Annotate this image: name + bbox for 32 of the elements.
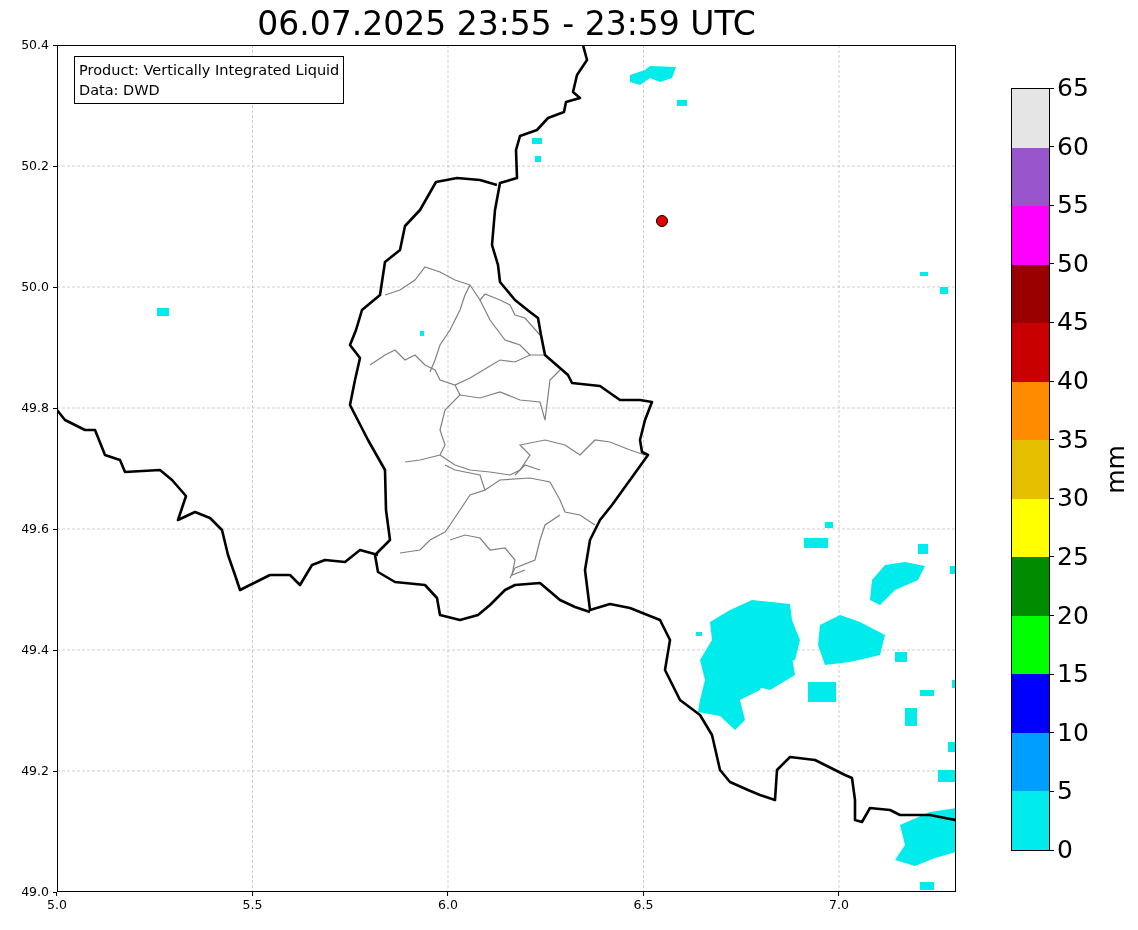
- colorbar-tick-label: 65: [1057, 74, 1089, 102]
- colorbar-tick-label: 20: [1057, 601, 1089, 630]
- colorbar-tick-label: 25: [1057, 542, 1089, 571]
- colorbar-tick-label: 60: [1057, 132, 1089, 161]
- colorbar-tick-label: 40: [1057, 367, 1089, 396]
- axis-tick-label: 5.5: [242, 898, 263, 912]
- axis-tick-label: 49.4: [21, 643, 49, 657]
- colorbar-tick-label: 5: [1057, 777, 1073, 806]
- colorbar-tick-label: 30: [1057, 484, 1089, 513]
- colorbar-label: mm: [1100, 444, 1130, 494]
- axis-tick-label: 50.4: [21, 38, 49, 52]
- colorbar-tick-label: 15: [1057, 660, 1089, 689]
- colorbar-tick-label: 10: [1057, 718, 1089, 747]
- axis-tick-label: 5.0: [47, 898, 67, 912]
- colorbar-tick-label: 50: [1057, 249, 1089, 278]
- axis-tick-label: 49.8: [21, 401, 49, 415]
- legend-text: Data: DWD: [79, 81, 160, 100]
- colorbar-tick-label: 35: [1057, 425, 1089, 454]
- chart-title: 06.07.2025 23:55 - 23:59 UTC: [256, 3, 757, 45]
- axis-tick-label: 49.0: [21, 885, 49, 899]
- legend-text: Product: Vertically Integrated Liquid: [79, 61, 340, 80]
- axis-tick-label: 6.5: [633, 898, 654, 912]
- colorbar-tick-label: 55: [1057, 191, 1089, 220]
- axis-tick-label: 49.2: [21, 764, 49, 778]
- axis-tick-label: 50.2: [21, 159, 49, 173]
- location-marker: [656, 215, 668, 227]
- colorbar-tick-label: 0: [1057, 836, 1073, 864]
- axis-tick-label: 50.0: [21, 280, 49, 294]
- axis-tick-label: 6.0: [438, 898, 458, 912]
- colorbar-tick-label: 45: [1057, 308, 1089, 337]
- axis-tick-label: 49.6: [21, 522, 49, 536]
- axis-tick-label: 7.0: [829, 898, 849, 912]
